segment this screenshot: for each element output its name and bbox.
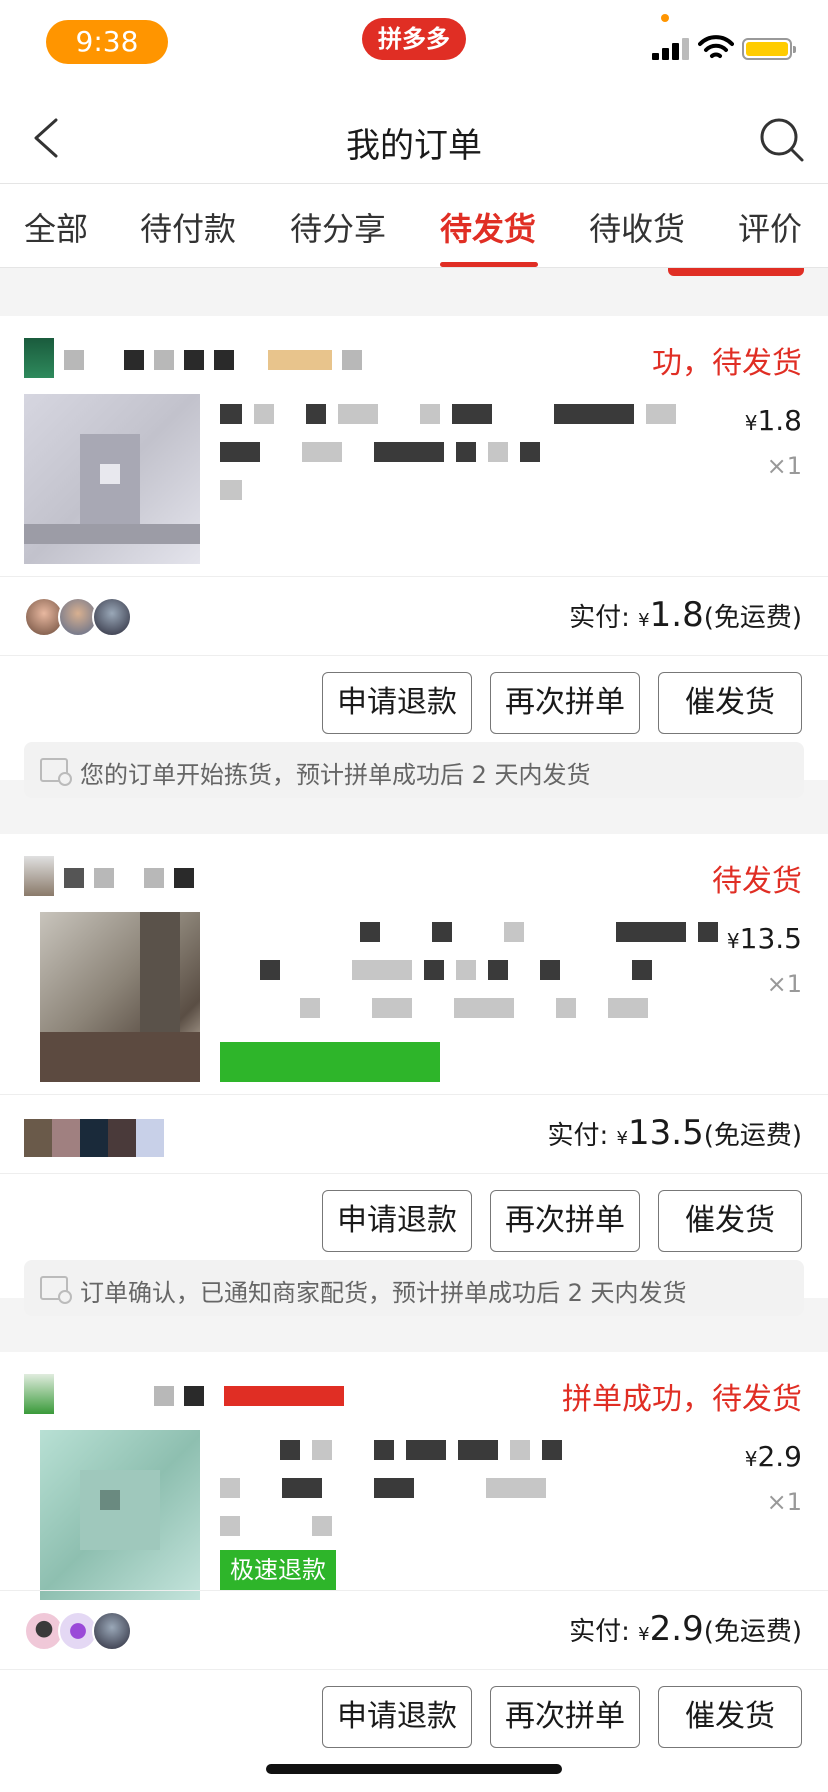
product-image[interactable] bbox=[24, 394, 200, 564]
refund-button[interactable]: 申请退款 bbox=[322, 672, 472, 734]
urge-shipping-button[interactable]: 催发货 bbox=[658, 1686, 802, 1748]
wifi-icon bbox=[698, 35, 734, 58]
page-title: 我的订单 bbox=[346, 126, 482, 166]
product-price: ¥2.9 bbox=[744, 1440, 802, 1473]
order-status: 功，待发货 bbox=[652, 346, 802, 381]
order-status: 拼单成功，待发货 bbox=[562, 1382, 802, 1417]
tab-pending-payment[interactable]: 待付款 bbox=[140, 204, 236, 250]
shipping-notice-text: 您的订单开始拣货，预计拼单成功后 2 天内发货 bbox=[80, 761, 591, 789]
group-members bbox=[24, 597, 132, 637]
shipping-notice[interactable]: 您的订单开始拣货，预计拼单成功后 2 天内发货 bbox=[24, 742, 804, 798]
store-avatar[interactable] bbox=[24, 856, 54, 896]
payment-row: 实付: ¥13.5(免运费) bbox=[0, 1094, 828, 1174]
payment-row: 实付: ¥1.8(免运费) bbox=[0, 576, 828, 656]
tab-pending-shipment[interactable]: 待发货 bbox=[440, 204, 536, 250]
status-time[interactable]: 9:38 bbox=[46, 20, 168, 64]
product-quantity: ×1 bbox=[766, 970, 802, 998]
shipping-notice[interactable]: 订单确认，已通知商家配货，预计拼单成功后 2 天内发货 bbox=[24, 1260, 804, 1316]
reorder-button[interactable]: 再次拼单 bbox=[490, 1686, 640, 1748]
order-actions: 申请退款 再次拼单 催发货 bbox=[322, 1190, 802, 1252]
shipping-notice-text: 订单确认，已通知商家配货，预计拼单成功后 2 天内发货 bbox=[80, 1279, 687, 1307]
battery-icon bbox=[742, 38, 796, 60]
tab-all[interactable]: 全部 bbox=[24, 204, 88, 250]
urge-shipping-button[interactable]: 催发货 bbox=[658, 1190, 802, 1252]
search-icon[interactable] bbox=[758, 116, 806, 164]
order-card: 功，待发货 ¥1.8 ×1 实付: ¥1.8(免运费) 申请退款 再次拼单 催发… bbox=[0, 316, 828, 798]
urge-shipping-button[interactable]: 催发货 bbox=[658, 672, 802, 734]
nav-header: 我的订单 bbox=[0, 88, 828, 184]
active-tab-indicator bbox=[440, 262, 538, 267]
avatar bbox=[24, 1119, 164, 1157]
store-name-redacted[interactable] bbox=[64, 350, 362, 372]
product-badge bbox=[220, 1042, 440, 1082]
tab-pending-receipt[interactable]: 待收货 bbox=[589, 204, 685, 250]
fast-refund-badge: 极速退款 bbox=[220, 1550, 336, 1590]
app-badge: 拼多多 bbox=[362, 18, 466, 60]
paid-amount: 实付: ¥2.9(免运费) bbox=[569, 1609, 802, 1649]
paid-amount: 实付: ¥1.8(免运费) bbox=[569, 595, 802, 635]
avatar bbox=[92, 1611, 132, 1651]
order-card: 拼单成功，待发货 极速退款 ¥2.9 ×1 实付: ¥2.9(免运费) 申请退款 bbox=[0, 1352, 828, 1792]
avatar bbox=[92, 597, 132, 637]
home-indicator[interactable] bbox=[266, 1764, 562, 1774]
order-tabs: 全部 待付款 待分享 待发货 待收货 评价 bbox=[0, 184, 828, 268]
product-title-redacted[interactable] bbox=[220, 1440, 720, 1554]
product-price: ¥1.8 bbox=[744, 404, 802, 437]
store-avatar[interactable] bbox=[24, 1374, 54, 1414]
calendar-clock-icon bbox=[40, 758, 72, 786]
cellular-signal-icon bbox=[652, 38, 690, 60]
paid-amount: 实付: ¥13.5(免运费) bbox=[547, 1113, 802, 1153]
product-quantity: ×1 bbox=[766, 452, 802, 480]
order-actions: 申请退款 再次拼单 催发货 bbox=[322, 672, 802, 734]
store-name-redacted[interactable] bbox=[64, 868, 194, 890]
calendar-clock-icon bbox=[40, 1276, 72, 1304]
payment-row: 实付: ¥2.9(免运费) bbox=[0, 1590, 828, 1670]
product-title-redacted[interactable] bbox=[220, 404, 720, 518]
product-quantity: ×1 bbox=[766, 1488, 802, 1516]
group-members bbox=[24, 1611, 132, 1651]
group-members bbox=[24, 1119, 164, 1157]
store-avatar[interactable] bbox=[24, 338, 54, 378]
product-image[interactable] bbox=[40, 1430, 200, 1600]
tab-pending-share[interactable]: 待分享 bbox=[290, 204, 386, 250]
store-name-redacted[interactable] bbox=[64, 1386, 344, 1408]
product-title-redacted[interactable] bbox=[220, 922, 720, 1036]
refund-button[interactable]: 申请退款 bbox=[322, 1190, 472, 1252]
scrolled-item-edge bbox=[668, 268, 804, 276]
order-list[interactable]: 功，待发货 ¥1.8 ×1 实付: ¥1.8(免运费) 申请退款 再次拼单 催发… bbox=[0, 268, 828, 1792]
privacy-dot-icon bbox=[661, 14, 669, 22]
tab-review[interactable]: 评价 bbox=[738, 204, 802, 250]
reorder-button[interactable]: 再次拼单 bbox=[490, 672, 640, 734]
order-actions: 申请退款 再次拼单 催发货 bbox=[322, 1686, 802, 1748]
product-image[interactable] bbox=[40, 912, 200, 1082]
order-card: 待发货 ¥13.5 ×1 实付: ¥13.5(免运费) 申请退款 再次拼单 催发… bbox=[0, 834, 828, 1316]
reorder-button[interactable]: 再次拼单 bbox=[490, 1190, 640, 1252]
refund-button[interactable]: 申请退款 bbox=[322, 1686, 472, 1748]
product-price: ¥13.5 bbox=[726, 922, 802, 955]
status-bar: 9:38 拼多多 bbox=[0, 0, 828, 88]
order-status: 待发货 bbox=[712, 864, 802, 899]
